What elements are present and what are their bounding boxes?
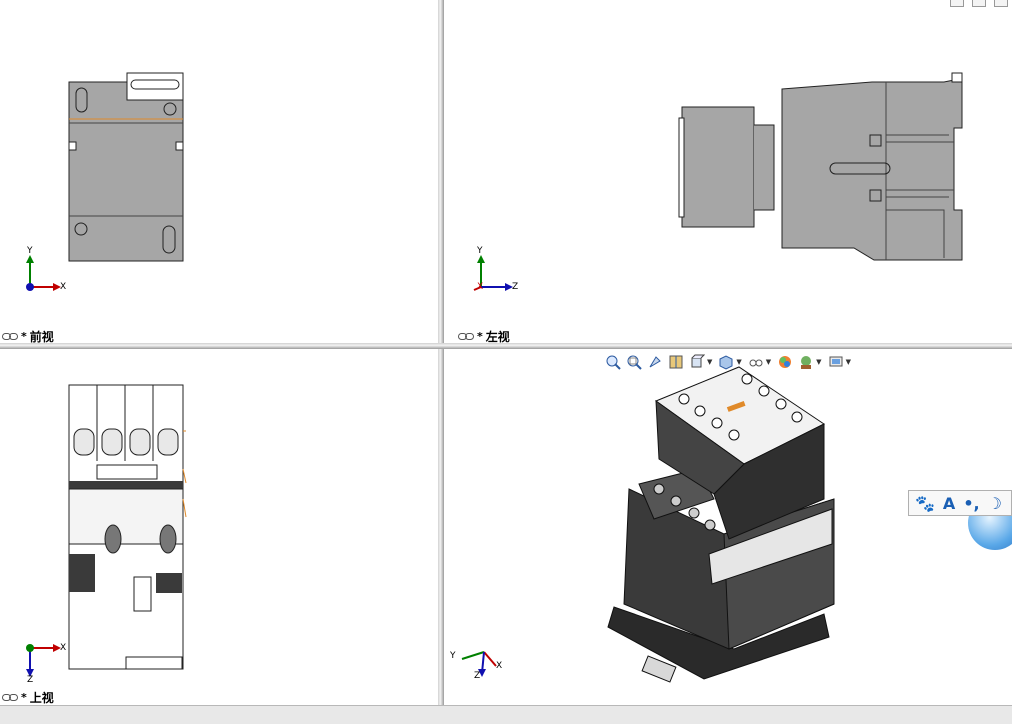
view-label-top[interactable]: * 上视: [2, 689, 54, 705]
ime-mode-letter[interactable]: A: [943, 494, 955, 513]
link-icon: [2, 694, 18, 701]
view-label-left[interactable]: * 左视: [458, 328, 510, 343]
ime-toolbar[interactable]: 🐾 A •, ☽: [908, 490, 1012, 516]
left-view-model: [473, 72, 963, 291]
axis-label-x: X: [60, 282, 67, 292]
view-label-text: 上视: [29, 691, 54, 705]
viewport-isometric[interactable]: ▼ ▼ ▼ ▼ ▼ Y X Z 🐾 A •, ☽: [444, 349, 1012, 705]
view-label-star: *: [21, 330, 27, 343]
view-label-star: *: [21, 691, 27, 704]
paw-icon[interactable]: 🐾: [915, 494, 935, 513]
axis-label-z: Z: [512, 282, 519, 292]
link-icon: [458, 333, 474, 340]
ime-punctuation[interactable]: •,: [963, 494, 979, 513]
axis-label-x: X: [60, 643, 67, 653]
view-label-front[interactable]: * 前视: [2, 328, 54, 343]
viewport-top[interactable]: X Z * 上视: [0, 349, 438, 705]
view-label-text: 左视: [485, 330, 510, 343]
axis-label-y: Y: [477, 246, 483, 256]
axis-label-y: Y: [27, 246, 33, 256]
isometric-view-model: [461, 366, 835, 683]
view-label-text: 前视: [29, 330, 54, 343]
viewport-left[interactable]: Y X Z * 左视: [444, 0, 1012, 343]
status-bar: [0, 705, 1012, 724]
axis-label-z: Z: [27, 675, 34, 685]
link-icon: [2, 333, 18, 340]
axis-label-y: Y: [450, 651, 456, 661]
viewport-front[interactable]: Y X * 前视: [0, 0, 438, 343]
axis-label-x: X: [477, 282, 484, 292]
view-label-star: *: [477, 330, 483, 343]
axis-label-z: Z: [474, 671, 481, 681]
moon-icon[interactable]: ☽: [988, 494, 1002, 513]
axis-label-x: X: [496, 661, 503, 671]
